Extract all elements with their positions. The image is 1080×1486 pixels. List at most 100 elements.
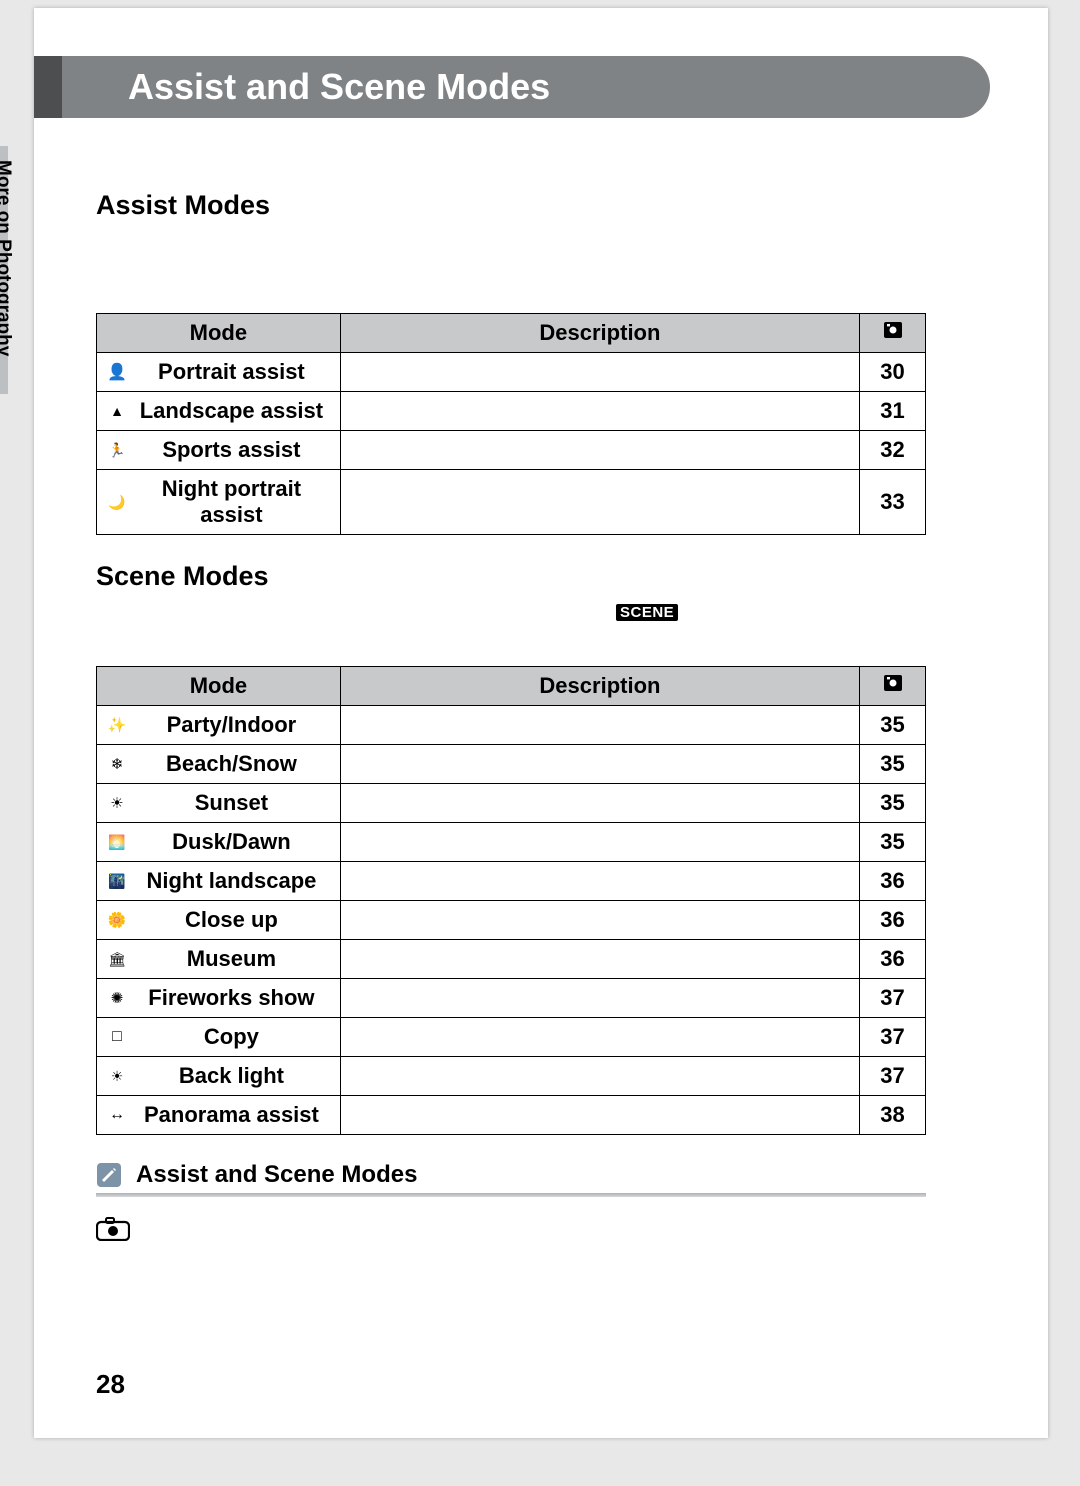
table-row: Night landscape 36	[97, 862, 926, 901]
note-pencil-icon	[96, 1162, 122, 1188]
table-row: Beach/Snow 35	[97, 745, 926, 784]
table-row: Dusk/Dawn 35	[97, 823, 926, 862]
col-page	[860, 667, 926, 706]
mode-label: Portrait assist	[158, 359, 305, 384]
mode-description	[340, 353, 859, 392]
night-landscape-icon	[105, 871, 129, 891]
scene-badge: SCENE	[616, 604, 678, 621]
table-row: Close up 36	[97, 901, 926, 940]
mode-label: Museum	[187, 946, 276, 971]
table-row: Party/Indoor 35	[97, 706, 926, 745]
mode-label: Sports assist	[162, 437, 300, 462]
mode-page: 35	[860, 823, 926, 862]
mode-description	[340, 784, 859, 823]
table-row: Back light 37	[97, 1057, 926, 1096]
mode-page: 37	[860, 1057, 926, 1096]
beach-snow-icon	[105, 754, 129, 774]
mode-description	[340, 706, 859, 745]
mode-description	[340, 901, 859, 940]
mode-label: Fireworks show	[148, 985, 314, 1010]
note-block: Assist and Scene Modes	[96, 1161, 980, 1249]
mode-description	[340, 1018, 859, 1057]
mode-page: 36	[860, 940, 926, 979]
section-side-label: More on Photography	[0, 160, 14, 360]
table-row: Portrait assist 30	[97, 353, 926, 392]
mode-page: 37	[860, 979, 926, 1018]
mode-label: Back light	[179, 1063, 284, 1088]
table-row: Sports assist 32	[97, 431, 926, 470]
mode-label: Sunset	[195, 790, 268, 815]
mode-page: 30	[860, 353, 926, 392]
note-title: Assist and Scene Modes	[136, 1161, 417, 1189]
sunset-icon	[105, 793, 129, 813]
manual-page: Assist and Scene Modes More on Photograp…	[34, 8, 1048, 1438]
museum-icon	[105, 949, 129, 969]
page-title: Assist and Scene Modes	[128, 66, 550, 108]
mode-page: 31	[860, 392, 926, 431]
mode-label: Beach/Snow	[166, 751, 297, 776]
scene-table: Mode Description Party/Indoor 35 Beach/S…	[96, 666, 926, 1135]
note-divider	[96, 1193, 926, 1197]
mode-description	[340, 823, 859, 862]
mode-description	[340, 1057, 859, 1096]
mode-label: Copy	[204, 1024, 259, 1049]
table-row: Panorama assist 38	[97, 1096, 926, 1135]
mode-description	[340, 940, 859, 979]
mode-page: 33	[860, 470, 926, 535]
mode-label: Landscape assist	[140, 398, 323, 423]
col-mode: Mode	[97, 667, 341, 706]
mode-page: 35	[860, 784, 926, 823]
mode-description	[340, 431, 859, 470]
mode-description	[340, 862, 859, 901]
mode-label: Dusk/Dawn	[172, 829, 291, 854]
assist-heading: Assist Modes	[96, 190, 980, 221]
mode-description	[340, 392, 859, 431]
page-title-pill: Assist and Scene Modes	[34, 56, 990, 118]
night-portrait-assist-icon	[105, 492, 129, 512]
page-number: 28	[96, 1369, 125, 1400]
dusk-dawn-icon	[105, 832, 129, 852]
mode-label: Night landscape	[146, 868, 316, 893]
portrait-assist-icon	[105, 362, 129, 382]
mode-description	[340, 1096, 859, 1135]
table-header-row: Mode Description	[97, 314, 926, 353]
mode-page: 38	[860, 1096, 926, 1135]
panorama-assist-icon	[105, 1105, 129, 1125]
mode-label: Panorama assist	[144, 1102, 319, 1127]
col-description: Description	[340, 314, 859, 353]
mode-description	[340, 745, 859, 784]
scene-intro: SCENE	[96, 602, 980, 626]
mode-page: 35	[860, 706, 926, 745]
table-row: Museum 36	[97, 940, 926, 979]
note-body	[96, 1215, 928, 1249]
mode-label: Night portrait assist	[162, 476, 301, 527]
mode-label: Party/Indoor	[167, 712, 297, 737]
back-light-icon	[105, 1066, 129, 1086]
page-title-banner: Assist and Scene Modes	[90, 56, 980, 120]
col-description: Description	[340, 667, 859, 706]
party-indoor-icon	[105, 715, 129, 735]
auto-mode-camera-icon	[96, 1217, 130, 1249]
mode-page: 35	[860, 745, 926, 784]
table-row: Fireworks show 37	[97, 979, 926, 1018]
page-title-accent	[34, 56, 62, 118]
assist-table: Mode Description Portrait assist 30 Land…	[96, 313, 926, 535]
col-mode: Mode	[97, 314, 341, 353]
note-heading: Assist and Scene Modes	[96, 1161, 980, 1189]
landscape-assist-icon	[105, 401, 129, 421]
mode-label: Close up	[185, 907, 278, 932]
col-page	[860, 314, 926, 353]
mode-page: 37	[860, 1018, 926, 1057]
close-up-icon	[105, 910, 129, 930]
sports-assist-icon	[105, 440, 129, 460]
table-row: Landscape assist 31	[97, 392, 926, 431]
mode-description	[340, 470, 859, 535]
page-ref-icon	[883, 321, 903, 339]
mode-description	[340, 979, 859, 1018]
fireworks-show-icon	[105, 988, 129, 1008]
scene-heading: Scene Modes	[96, 561, 980, 592]
copy-icon	[105, 1027, 129, 1047]
mode-page: 36	[860, 901, 926, 940]
table-row: Copy 37	[97, 1018, 926, 1057]
mode-page: 32	[860, 431, 926, 470]
